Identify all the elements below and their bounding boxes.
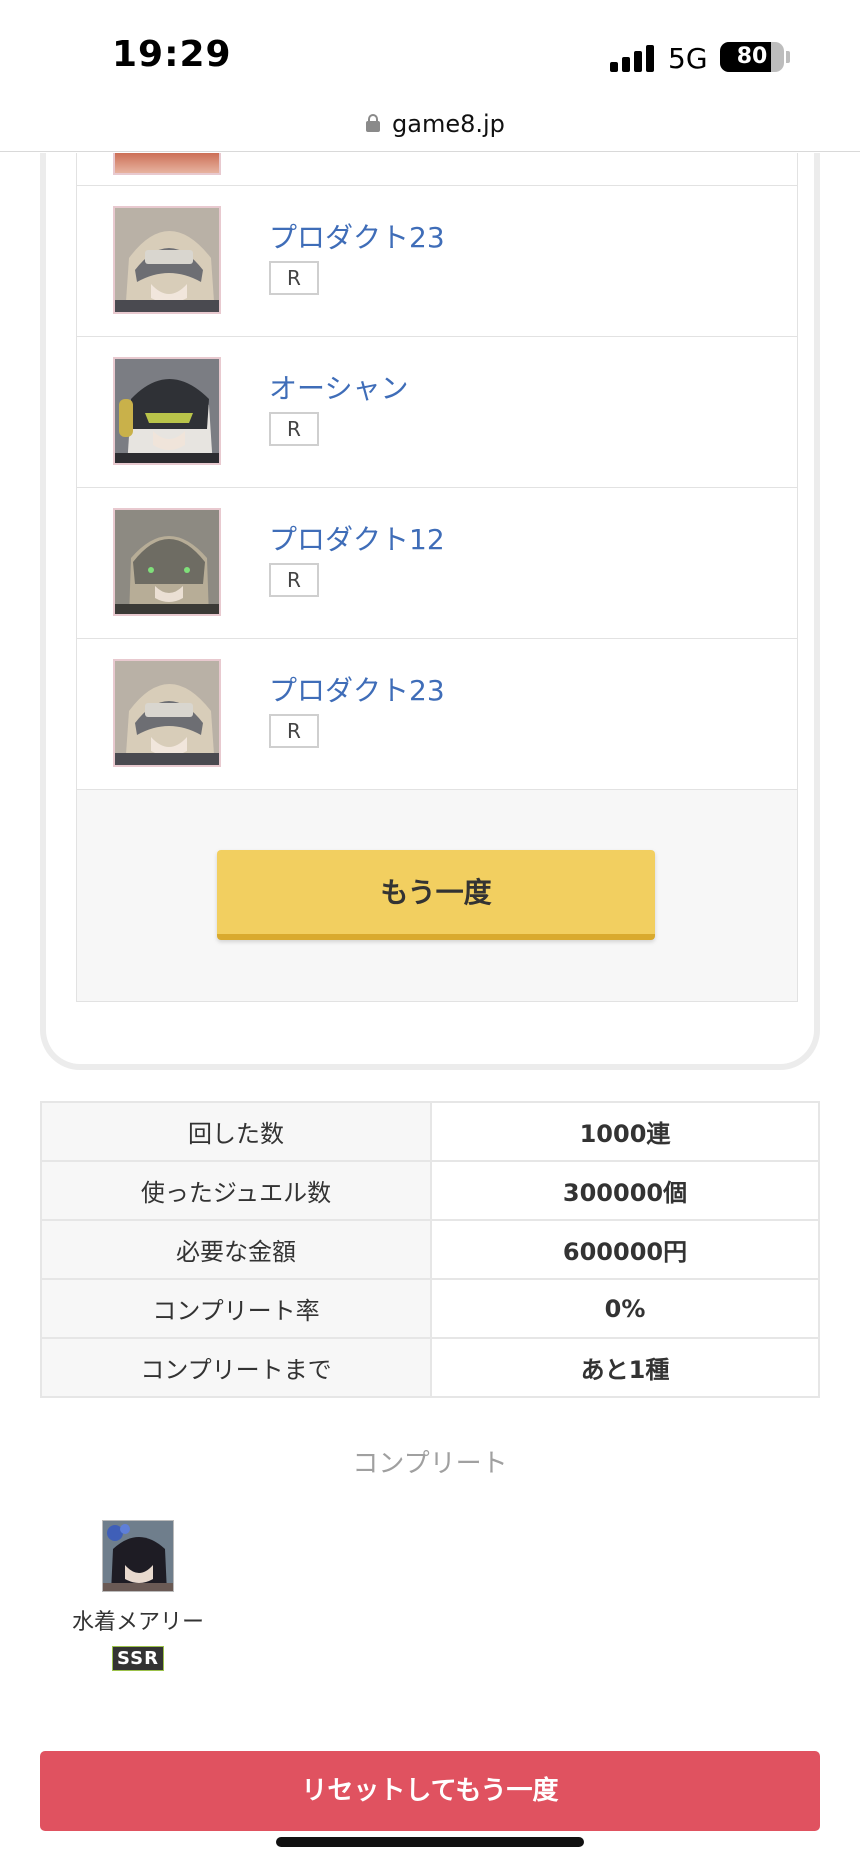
stats-label: 必要な金額 — [40, 1219, 432, 1280]
reset-and-retry-button[interactable]: リセットしてもう一度 — [40, 1751, 820, 1831]
again-area: もう一度 — [76, 790, 798, 1002]
stats-label: コンプリート率 — [40, 1278, 432, 1339]
ssr-rarity-badge: SSR — [112, 1646, 164, 1671]
result-list: プロダクト23 R オーシャン R プロダクト12 R プロダクト23 R もう… — [76, 153, 798, 1002]
character-thumbnail[interactable] — [113, 659, 221, 767]
stats-row: 使ったジュエル数 300000個 — [40, 1160, 820, 1221]
stats-row: コンプリートまで あと1種 — [40, 1337, 820, 1398]
rarity-badge: R — [269, 714, 319, 748]
stats-row: 必要な金額 600000円 — [40, 1219, 820, 1280]
character-thumbnail[interactable] — [102, 1520, 174, 1592]
again-button[interactable]: もう一度 — [217, 850, 655, 940]
result-row[interactable]: プロダクト23 R — [76, 186, 798, 337]
stats-row: コンプリート率 0% — [40, 1278, 820, 1339]
stats-value: 300000個 — [430, 1160, 820, 1221]
complete-item[interactable]: 水着メアリー SSR — [70, 1520, 206, 1671]
stats-table: 回した数 1000連 使ったジュエル数 300000個 必要な金額 600000… — [40, 1101, 820, 1398]
home-indicator — [276, 1837, 584, 1847]
complete-heading: コンプリート — [352, 1449, 508, 1479]
network-type: 5G — [668, 42, 708, 75]
rarity-badge: R — [269, 261, 319, 295]
stats-value: 0% — [430, 1278, 820, 1339]
character-name-link[interactable]: プロダクト12 — [269, 518, 445, 558]
character-thumbnail[interactable] — [113, 508, 221, 616]
status-bar: 19:29 5G 80 — [0, 0, 860, 104]
character-name-link[interactable]: オーシャン — [269, 367, 408, 407]
gacha-result-card: プロダクト23 R オーシャン R プロダクト12 R プロダクト23 R もう… — [40, 153, 820, 1070]
stats-value: 600000円 — [430, 1219, 820, 1280]
result-row[interactable]: オーシャン R — [76, 337, 798, 488]
rarity-badge: R — [269, 563, 319, 597]
result-row-partial — [76, 153, 798, 186]
result-row[interactable]: プロダクト12 R — [76, 488, 798, 639]
character-name-link[interactable]: プロダクト23 — [269, 216, 445, 256]
complete-item-name: 水着メアリー — [71, 1610, 204, 1635]
stats-label: 使ったジュエル数 — [40, 1160, 432, 1221]
status-time: 19:29 — [112, 34, 232, 75]
result-row[interactable]: プロダクト23 R — [76, 639, 798, 790]
stats-row: 回した数 1000連 — [40, 1101, 820, 1162]
character-thumbnail — [113, 153, 221, 175]
rarity-badge: R — [269, 412, 319, 446]
character-thumbnail[interactable] — [113, 357, 221, 465]
url-text[interactable]: game8.jp — [392, 110, 505, 138]
stats-value: 1000連 — [430, 1101, 820, 1162]
battery-icon: 80 — [720, 42, 784, 72]
stats-label: コンプリートまで — [40, 1337, 432, 1398]
stats-value: あと1種 — [430, 1337, 820, 1398]
character-thumbnail[interactable] — [113, 206, 221, 314]
battery-percent: 80 — [736, 44, 768, 69]
character-name-link[interactable]: プロダクト23 — [269, 669, 445, 709]
lock-icon — [366, 114, 380, 132]
battery-cap — [786, 51, 790, 63]
browser-address-bar[interactable]: game8.jp — [0, 104, 860, 152]
cellular-signal-icon — [610, 44, 656, 72]
stats-label: 回した数 — [40, 1101, 432, 1162]
